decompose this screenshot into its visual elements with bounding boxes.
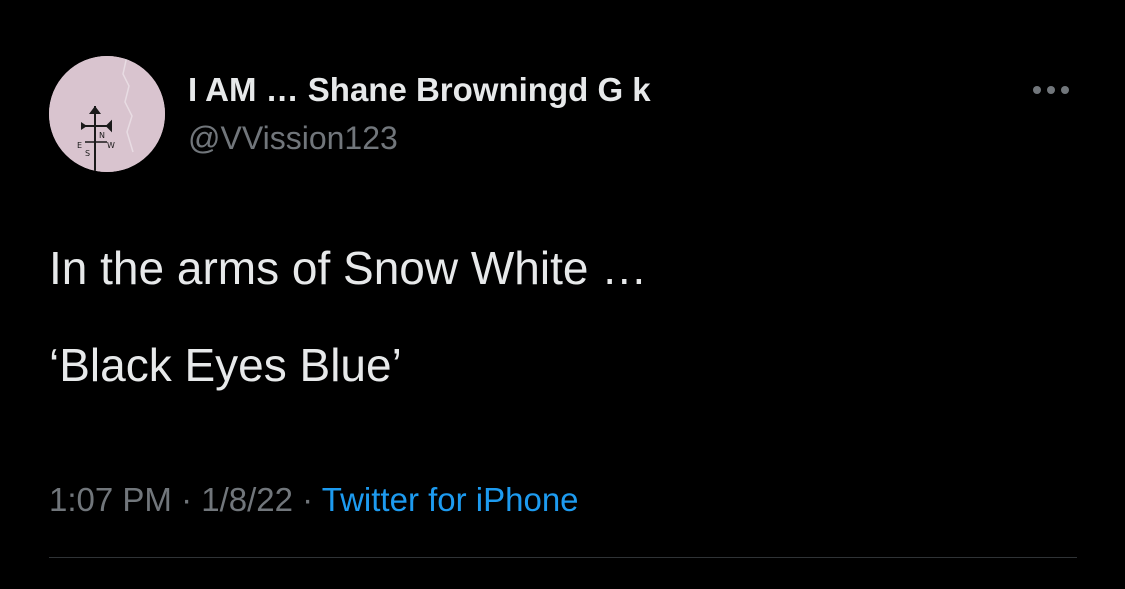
more-horizontal-icon: [1033, 86, 1069, 94]
weathervane-icon: N E W S: [49, 56, 165, 172]
tweet-source-link[interactable]: Twitter for iPhone: [322, 481, 579, 518]
tweet-time[interactable]: 1:07 PM: [49, 481, 172, 518]
tweet-metadata: 1:07 PM · 1/8/22 · Twitter for iPhone: [49, 479, 579, 521]
tweet-text: In the arms of Snow White … ‘Black Eyes …: [49, 238, 647, 395]
tweet-date[interactable]: 1/8/22: [201, 481, 293, 518]
tweet-text-line: In the arms of Snow White …: [49, 242, 648, 294]
svg-text:E: E: [77, 141, 82, 150]
tweet-detail: N E W S I AM … Shane Browningd G k @VVis…: [0, 0, 1125, 589]
user-handle[interactable]: @VVission123: [188, 118, 398, 158]
more-options-button[interactable]: [1026, 76, 1076, 104]
svg-text:S: S: [85, 149, 90, 158]
meta-separator: ·: [181, 481, 193, 518]
svg-text:N: N: [99, 131, 105, 140]
avatar[interactable]: N E W S: [49, 56, 165, 172]
meta-separator: ·: [302, 481, 314, 518]
divider: [49, 557, 1077, 558]
tweet-text-line: ‘Black Eyes Blue’: [49, 339, 402, 391]
svg-text:W: W: [107, 141, 115, 150]
display-name[interactable]: I AM … Shane Browningd G k: [188, 70, 651, 110]
